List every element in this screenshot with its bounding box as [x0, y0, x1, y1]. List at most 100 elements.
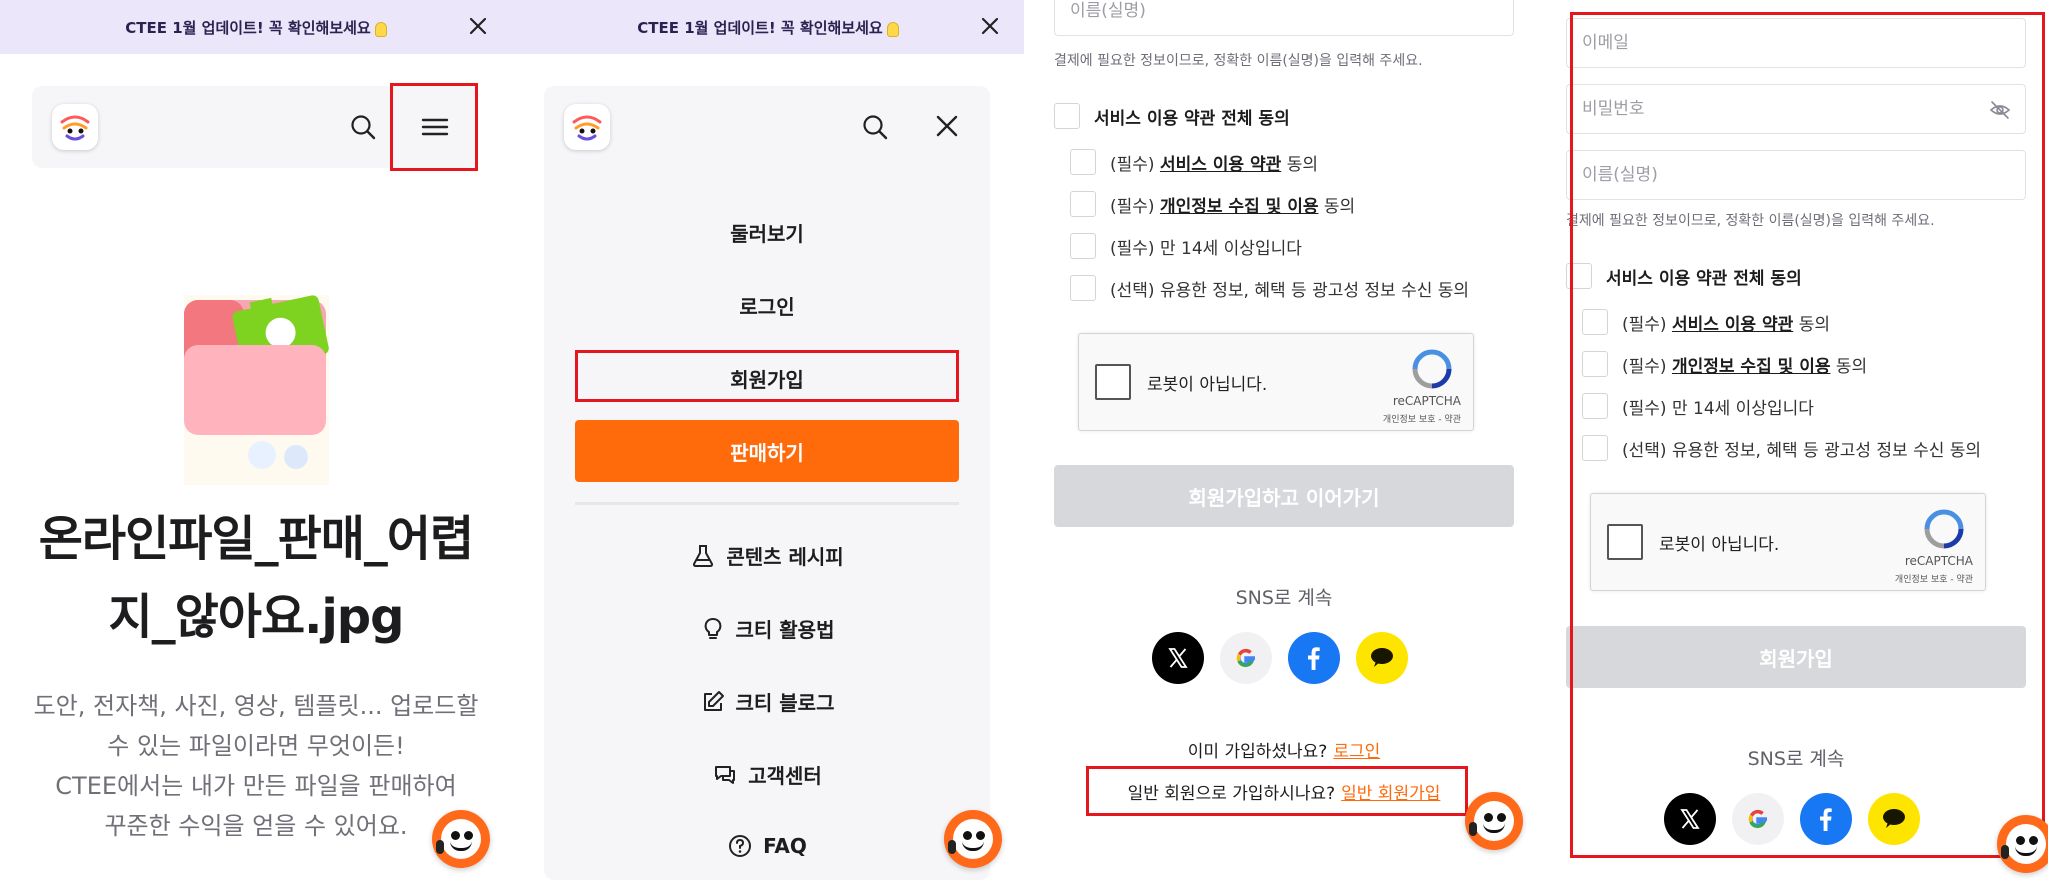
privacy-link[interactable]: 개인정보 수집 및 이용	[1672, 352, 1831, 377]
password-input[interactable]	[1582, 99, 2025, 119]
sns-title: SNS로 계속	[1235, 587, 1333, 609]
general-signup-link[interactable]: 일반 회원가입	[1341, 784, 1440, 804]
password-field[interactable]	[1566, 84, 2026, 134]
agree-age-checkbox[interactable]	[1582, 393, 1608, 419]
login-prompt: 이미 가입하셨나요? 로그인	[1054, 737, 1514, 762]
agree-age-row[interactable]: (필수) 만 14세 이상입니다	[1070, 233, 1302, 259]
search-icon[interactable]	[348, 112, 378, 142]
agree-terms-checkbox[interactable]	[1582, 309, 1608, 335]
menu-link-recipe[interactable]: 콘텐츠 레시피	[544, 541, 990, 570]
ctee-logo-icon	[60, 115, 90, 141]
login-link[interactable]: 로그인	[1333, 742, 1380, 762]
menu-item-signup[interactable]: 회원가입	[544, 364, 990, 393]
optional-prefix: (선택)	[1110, 280, 1155, 301]
hero-title-line-2: 지_않아요.jpg	[108, 589, 404, 645]
agree-all-label: 서비스 이용 약관 전체 동의	[1606, 268, 1802, 289]
recaptcha-links[interactable]: 개인정보 보호 - 약관	[1895, 572, 1973, 585]
lightbulb-icon	[886, 21, 899, 37]
name-field[interactable]	[1566, 150, 2026, 200]
menu-link-faq-label: FAQ	[763, 834, 807, 858]
email-input[interactable]	[1582, 33, 2025, 53]
mascot-icon[interactable]	[432, 810, 490, 868]
ctee-logo[interactable]	[52, 104, 98, 150]
general-signup-text: 일반 회원으로 가입하시나요?	[1127, 784, 1336, 804]
recaptcha-checkbox[interactable]	[1095, 364, 1131, 400]
agree-privacy-row[interactable]: (필수) 개인정보 수집 및 이용 동의	[1582, 351, 1867, 377]
agree-marketing-checkbox[interactable]	[1582, 435, 1608, 461]
search-icon[interactable]	[860, 112, 890, 142]
recaptcha-checkbox[interactable]	[1607, 524, 1643, 560]
facebook-login-button[interactable]	[1288, 632, 1340, 684]
agree-all-row[interactable]: 서비스 이용 약관 전체 동의	[1054, 103, 1290, 129]
recaptcha-brand: reCAPTCHA	[1392, 394, 1461, 408]
kakao-logo-icon	[1883, 809, 1905, 828]
agree-marketing-row[interactable]: (선택) 유용한 정보, 혜택 등 광고성 정보 수신 동의	[1070, 275, 1469, 301]
agree-all-row[interactable]: 서비스 이용 약관 전체 동의	[1566, 263, 1802, 289]
recaptcha-icon	[1924, 509, 1964, 549]
menu-link-support[interactable]: 고객센터	[544, 760, 990, 789]
hero-description: 도안, 전자책, 사진, 영상, 템플릿... 업로드할 수 있는 파일이라면 …	[0, 686, 512, 846]
agree-age-checkbox[interactable]	[1070, 233, 1096, 259]
lightbulb-icon	[704, 617, 721, 639]
agree-marketing-checkbox[interactable]	[1070, 275, 1096, 301]
privacy-link[interactable]: 개인정보 수집 및 이용	[1160, 192, 1319, 217]
name-input[interactable]	[1582, 165, 2025, 185]
close-icon[interactable]	[978, 14, 1002, 38]
menu-link-howto[interactable]: 크티 활용법	[544, 614, 990, 643]
agree-privacy-row[interactable]: (필수) 개인정보 수집 및 이용 동의	[1070, 191, 1355, 217]
agree-age-row[interactable]: (필수) 만 14세 이상입니다	[1582, 393, 1814, 419]
eye-off-icon[interactable]	[1989, 99, 2011, 121]
lightbulb-icon	[374, 21, 387, 37]
required-prefix: (필수)	[1110, 154, 1155, 175]
help-circle-icon	[729, 835, 752, 857]
x-login-button[interactable]	[1152, 632, 1204, 684]
kakao-login-button[interactable]	[1868, 793, 1920, 845]
agree-privacy-checkbox[interactable]	[1582, 351, 1608, 377]
promo-banner[interactable]: CTEE 1월 업데이트! 꼭 확인해보세요	[0, 0, 512, 54]
google-logo-icon	[1236, 649, 1255, 668]
hamburger-menu-icon[interactable]	[419, 112, 451, 142]
close-icon[interactable]	[931, 110, 963, 142]
facebook-logo-icon	[1308, 647, 1320, 670]
name-field[interactable]	[1054, 0, 1514, 36]
mascot-icon[interactable]	[1997, 815, 2048, 873]
close-icon[interactable]	[466, 14, 490, 38]
marketing-label: 유용한 정보, 혜택 등 광고성 정보 수신 동의	[1671, 440, 1982, 461]
agree-privacy-checkbox[interactable]	[1070, 191, 1096, 217]
agree-all-checkbox[interactable]	[1566, 263, 1592, 289]
menu-item-login[interactable]: 로그인	[544, 291, 990, 320]
terms-suffix: 동의	[1286, 154, 1318, 175]
signup-button[interactable]: 회원가입	[1566, 626, 2026, 688]
menu-link-blog[interactable]: 크티 블로그	[544, 687, 990, 716]
mascot-icon[interactable]	[944, 810, 1002, 868]
x-login-button[interactable]	[1664, 793, 1716, 845]
terms-link[interactable]: 서비스 이용 약관	[1160, 150, 1281, 175]
general-signup-panel: 결제에 필요한 정보이므로, 정확한 이름(실명)을 입력해 주세요. 서비스 …	[1536, 0, 2048, 880]
menu-item-browse[interactable]: 둘러보기	[544, 218, 990, 247]
name-input[interactable]	[1070, 1, 1513, 21]
signup-continue-button[interactable]: 회원가입하고 이어가기	[1054, 465, 1514, 527]
recaptcha-links[interactable]: 개인정보 보호 - 약관	[1383, 412, 1461, 425]
privacy-suffix: 동의	[1323, 196, 1356, 217]
google-login-button[interactable]	[1220, 632, 1272, 684]
x-logo-icon	[1168, 648, 1188, 668]
sell-button[interactable]: 판매하기	[575, 420, 959, 482]
agree-terms-row[interactable]: (필수) 서비스 이용 약관 동의	[1070, 149, 1318, 175]
google-login-button[interactable]	[1732, 793, 1784, 845]
agree-all-label: 서비스 이용 약관 전체 동의	[1094, 108, 1290, 129]
terms-link[interactable]: 서비스 이용 약관	[1672, 310, 1793, 335]
facebook-login-button[interactable]	[1800, 793, 1852, 845]
recaptcha-label: 로봇이 아닙니다.	[1659, 535, 1780, 555]
email-field[interactable]	[1566, 18, 2026, 68]
promo-banner[interactable]: CTEE 1월 업데이트! 꼭 확인해보세요	[512, 0, 1024, 54]
menu-link-faq[interactable]: FAQ	[544, 833, 990, 859]
kakao-login-button[interactable]	[1356, 632, 1408, 684]
google-logo-icon	[1748, 810, 1767, 829]
ctee-logo[interactable]	[564, 104, 610, 150]
agree-terms-checkbox[interactable]	[1070, 149, 1096, 175]
mascot-icon[interactable]	[1465, 792, 1523, 850]
facebook-logo-icon	[1820, 808, 1832, 831]
agree-terms-row[interactable]: (필수) 서비스 이용 약관 동의	[1582, 309, 1830, 335]
agree-all-checkbox[interactable]	[1054, 103, 1080, 129]
agree-marketing-row[interactable]: (선택) 유용한 정보, 혜택 등 광고성 정보 수신 동의	[1582, 435, 1981, 461]
